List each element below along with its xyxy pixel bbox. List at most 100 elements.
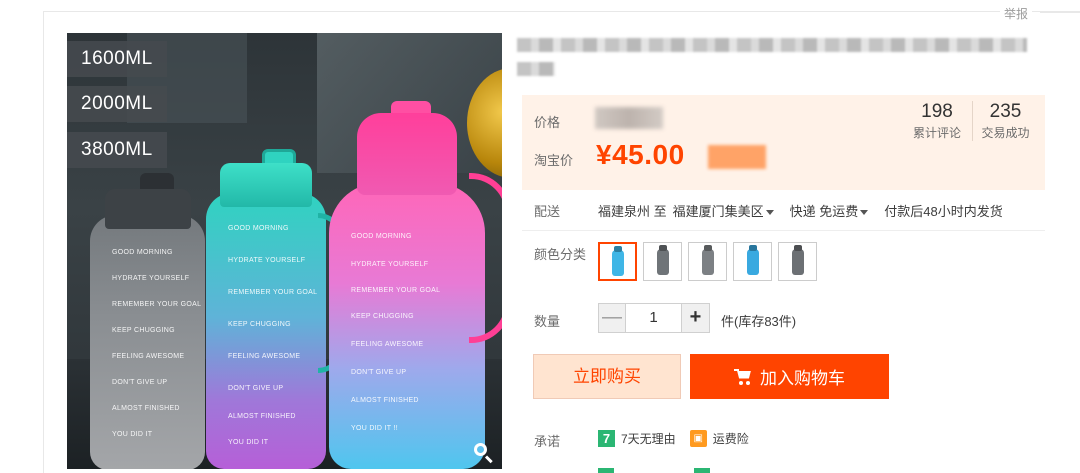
bottle-marking: HYDRATE YOURSELF [351, 261, 429, 268]
reviews-label: 累计评论 [912, 126, 961, 140]
reviews-count: 198 [921, 101, 953, 122]
buy-now-button[interactable]: 立即购买 [533, 354, 681, 399]
bottle-marking: ALMOST FINISHED [228, 413, 296, 420]
bottle-marking: DON'T GIVE UP [112, 379, 168, 386]
seven-days-return[interactable]: 7天无理由 [621, 430, 676, 447]
promise-list: 7 7天无理由 ▣ 运费险 [598, 430, 749, 447]
capacity-label-large: 3800ML [67, 132, 167, 168]
quantity-stepper: — 1 + [598, 303, 710, 333]
color-swatch[interactable] [643, 242, 682, 281]
quantity-increase-button[interactable]: + [682, 303, 710, 333]
cart-wheel [739, 380, 743, 385]
bottle-marking: GOOD MORNING [112, 249, 173, 256]
deals-count: 235 [989, 101, 1022, 122]
delivery-method-select[interactable]: 快递 免运费 [790, 204, 879, 219]
bottle-marking: REMEMBER YOUR GOAL [112, 301, 202, 308]
bottle-marking: KEEP CHUGGING [112, 327, 175, 334]
add-to-cart-label: 加入购物车 [760, 369, 845, 388]
promise-label: 承诺 [534, 434, 561, 449]
bottle-marking: ALMOST FINISHED [112, 405, 180, 412]
delivery-info: 福建泉州 至福建厦门集美区 快递 免运费 付款后48小时内发货 [598, 201, 1009, 220]
bottle-marking: HYDRATE YOURSELF [112, 275, 190, 282]
bottle-marking: FEELING AWESOME [351, 341, 424, 348]
magnifier-icon[interactable] [472, 441, 494, 464]
gray-bottle: GOOD MORNING HYDRATE YOURSELF REMEMBER Y… [90, 173, 205, 469]
swatch-bottle-image [611, 250, 624, 276]
bottle-marking: KEEP CHUGGING [351, 313, 414, 320]
divider [522, 230, 1045, 231]
bottle-marking: HYDRATE YOURSELF [228, 257, 306, 264]
redacted-line [517, 62, 555, 76]
delivery-from: 福建泉州 至 [598, 204, 667, 219]
pink-bottle: GOOD MORNING HYDRATE YOURSELF REMEMBER Y… [329, 101, 502, 469]
taobao-price: ¥45.00 [596, 139, 685, 170]
bottle-marking: GOOD MORNING [228, 225, 289, 232]
ship-time: 付款后48小时内发货 [884, 204, 1003, 219]
deals-stat: 235 交易成功 [972, 101, 1038, 141]
capacity-label-small: 1600ML [67, 41, 167, 77]
bottle-marking: YOU DID IT [228, 439, 269, 446]
product-title-redacted [517, 38, 1027, 78]
next-row-icon [694, 468, 710, 473]
reviews-stat[interactable]: 198 累计评论 [908, 101, 966, 141]
product-main-image[interactable]: 1600ML 2000ML 3800ML GOOD MORNING HYDRAT… [67, 33, 502, 469]
bottle-lid [357, 113, 457, 195]
bottle-marking: GOOD MORNING [351, 233, 412, 240]
cart-handle [734, 368, 739, 371]
add-to-cart-button[interactable]: 加入购物车 [690, 354, 889, 399]
report-divider [1040, 12, 1080, 13]
stock-info: 件(库存83件) [721, 314, 797, 329]
swatch-bottle-image [791, 249, 804, 275]
swatch-bottle-image [746, 249, 759, 275]
color-swatch[interactable] [598, 242, 637, 281]
freight-insurance-icon: ▣ [689, 430, 707, 447]
deals-label: 交易成功 [981, 126, 1030, 140]
taobao-price-label: 淘宝价 [534, 153, 574, 168]
color-swatches [598, 242, 817, 281]
cart-wheel [746, 380, 750, 385]
chevron-down-icon [765, 210, 774, 216]
magnifier-handle [484, 455, 493, 464]
delivery-to: 福建厦门集美区 [672, 204, 764, 219]
teal-bottle: GOOD MORNING HYDRATE YOURSELF REMEMBER Y… [206, 149, 344, 469]
bottle-marking: YOU DID IT !! [351, 425, 398, 432]
bottle-marking: FEELING AWESOME [112, 353, 185, 360]
capacity-label-medium: 2000ML [67, 86, 167, 122]
bottle-marking: ALMOST FINISHED [351, 397, 419, 404]
swatch-bottle-image [701, 249, 714, 275]
color-label: 颜色分类 [534, 247, 587, 262]
bottle-lid [104, 189, 191, 229]
bottle-marking: DON'T GIVE UP [351, 369, 407, 376]
seven-days-icon: 7 [598, 430, 615, 447]
color-swatch[interactable] [688, 242, 727, 281]
bottle-marking: DON'T GIVE UP [228, 385, 284, 392]
delivery-method: 快递 免运费 [789, 204, 859, 219]
redacted-line [517, 38, 1027, 52]
cart-icon [734, 368, 752, 385]
delivery-to-select[interactable]: 福建厦门集美区 [673, 204, 784, 219]
magnifier-ring [474, 443, 487, 456]
price-suffix-redacted [708, 145, 766, 169]
color-swatch[interactable] [733, 242, 772, 281]
bottle-marking: REMEMBER YOUR GOAL [228, 289, 318, 296]
next-row-icon [598, 468, 614, 473]
bottle-strap [469, 173, 502, 343]
original-price-redacted [595, 107, 663, 129]
quantity-decrease-button[interactable]: — [598, 303, 626, 333]
price-label: 价格 [534, 115, 561, 130]
bottle-lid [220, 163, 312, 207]
delivery-label: 配送 [534, 204, 561, 219]
color-swatch[interactable] [778, 242, 817, 281]
chevron-down-icon [860, 210, 869, 216]
swatch-bottle-image [656, 249, 669, 275]
bottle-marking: FEELING AWESOME [228, 353, 301, 360]
freight-insurance[interactable]: 运费险 [713, 430, 749, 447]
price-box: 价格 淘宝价 ¥45.00 198 累计评论 235 交易成功 [522, 95, 1045, 190]
bottle-marking: REMEMBER YOUR GOAL [351, 287, 441, 294]
cart-basket [737, 370, 751, 379]
report-link[interactable]: 举报 [999, 5, 1032, 22]
bottle-marking: KEEP CHUGGING [228, 321, 291, 328]
quantity-label: 数量 [534, 314, 561, 329]
quantity-input[interactable]: 1 [626, 303, 682, 333]
bottle-marking: YOU DID IT [112, 431, 153, 438]
